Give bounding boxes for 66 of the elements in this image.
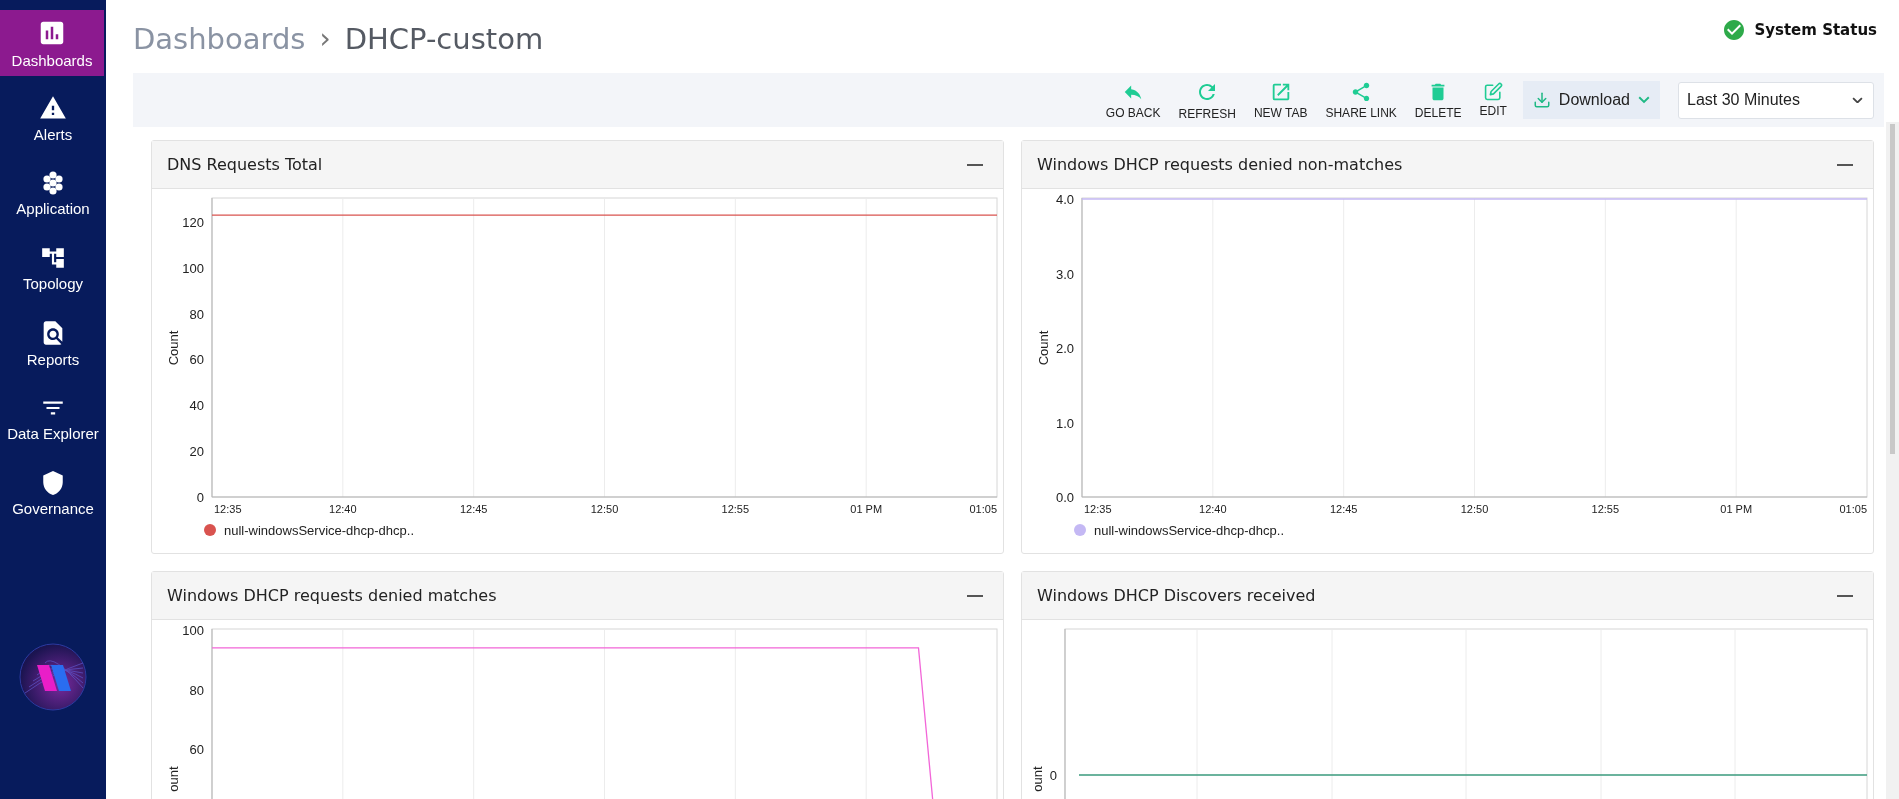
shield-icon	[40, 469, 66, 496]
y-axis-label: ount	[166, 766, 181, 792]
panel-title: Windows DHCP Discovers received	[1037, 586, 1316, 605]
legend-label[interactable]: null-windowsService-dhcp-dhcp..	[1094, 522, 1285, 538]
logo-icon	[19, 643, 87, 711]
hexagon-cluster-icon	[40, 169, 66, 196]
page-title: DHCP-custom	[344, 21, 544, 56]
x-tick-label: 12:40	[1199, 503, 1227, 515]
y-tick-label: 0	[1049, 768, 1057, 783]
toolbar-action-button[interactable]: DELETE	[1408, 76, 1468, 124]
x-tick-label: 12:45	[459, 503, 488, 515]
panel-title: DNS Requests Total	[167, 155, 323, 174]
scrollbar[interactable]	[1886, 122, 1899, 799]
panel-title: Windows DHCP requests denied non-matches	[1037, 155, 1403, 174]
x-tick-label: 01:05	[969, 503, 997, 515]
y-tick-label: 60	[189, 352, 204, 368]
toolbar-action-button[interactable]: EDIT	[1473, 78, 1513, 122]
sidebar-item[interactable]: Dashboards	[0, 10, 104, 76]
sidebar-item[interactable]: Application	[0, 160, 106, 226]
y-tick-label: 100	[182, 623, 204, 638]
y-axis-label: Count	[1036, 330, 1051, 366]
y-tick-label: 3.0	[1055, 266, 1074, 282]
x-tick-label: 01 PM	[1720, 503, 1753, 515]
chevron-down-icon	[1852, 96, 1863, 104]
y-tick-label: 100	[182, 260, 204, 276]
x-tick-label: 12:50	[1460, 503, 1489, 515]
x-tick-label: 01 PM	[850, 503, 883, 515]
sidebar-item[interactable]: Data Explorer	[0, 385, 106, 451]
sidebar-item[interactable]: Topology	[0, 235, 106, 301]
y-tick-label: 80	[189, 306, 204, 322]
y-tick-label: 80	[189, 682, 204, 698]
y-tick-label: 20	[189, 444, 204, 460]
y-tick-label: 0	[196, 490, 204, 505]
y-tick-label: 120	[182, 214, 204, 230]
chevron-down-icon	[1638, 96, 1650, 104]
toolbar-action-button[interactable]: REFRESH	[1172, 75, 1242, 125]
download-button[interactable]: Download	[1522, 81, 1660, 119]
y-tick-label: 1.0	[1055, 415, 1074, 431]
x-tick-label: 12:45	[1329, 503, 1358, 515]
time-range-select[interactable]: Last 30 Minutes	[1678, 81, 1874, 119]
system-status-label[interactable]: System Status	[1754, 20, 1877, 39]
sidebar-item[interactable]: Reports	[0, 310, 106, 376]
edit-icon	[1483, 82, 1503, 101]
y-tick-label: 2.0	[1055, 341, 1074, 356]
breadcrumb-separator: ›	[319, 22, 331, 55]
sidebar-item[interactable]: Alerts	[0, 85, 106, 151]
panel-title: Windows DHCP requests denied matches	[167, 586, 497, 605]
y-axis-label: Count	[166, 330, 181, 366]
toolbar-action-button[interactable]: GO BACK	[1099, 76, 1167, 124]
y-tick-label: 40	[189, 398, 204, 414]
y-axis-label: ount	[1030, 766, 1045, 792]
x-tick-label: 12:55	[1591, 503, 1620, 515]
x-tick-label: 12:40	[329, 503, 357, 515]
y-tick-label: 60	[189, 742, 204, 758]
y-tick-label: 4.0	[1055, 192, 1074, 207]
x-tick-label: 12:35	[1084, 503, 1112, 515]
x-tick-label: 12:35	[214, 503, 242, 515]
download-icon	[1532, 91, 1551, 109]
sidebar-item[interactable]: Governance	[0, 460, 106, 526]
x-tick-label: 12:55	[721, 503, 750, 515]
x-tick-label: 12:50	[590, 503, 619, 515]
legend-label[interactable]: null-windowsService-dhcp-dhcp..	[224, 522, 415, 538]
toolbar-action-button[interactable]: NEW TAB	[1247, 76, 1314, 124]
toolbar-action-button[interactable]: SHARE LINK	[1319, 76, 1403, 124]
x-tick-label: 01:05	[1839, 503, 1867, 515]
y-tick-label: 0.0	[1055, 490, 1074, 505]
